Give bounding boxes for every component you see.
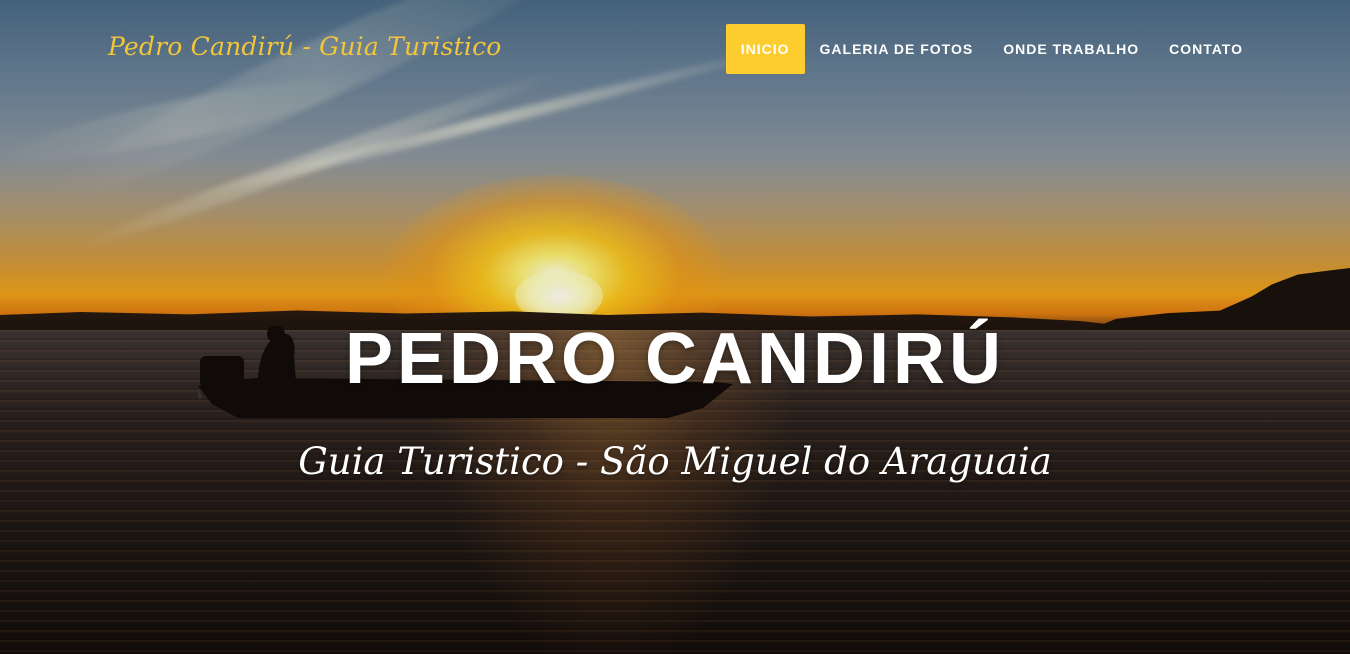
hero-title: PEDRO CANDIRÚ <box>344 319 1006 399</box>
hero-subtitle: Guia Turistico - São Miguel do Araguaia <box>298 440 1052 483</box>
nav-item-inicio[interactable]: INICIO <box>725 24 805 74</box>
nav-item-onde-trabalho[interactable]: ONDE TRABALHO <box>988 24 1154 74</box>
hero-section: Pedro Candirú - Guia Turistico INICIO GA… <box>0 0 1350 654</box>
site-brand-link[interactable]: Pedro Candirú - Guia Turistico <box>108 32 502 61</box>
nav-item-contato[interactable]: CONTATO <box>1154 24 1258 74</box>
nav-item-galeria-de-fotos[interactable]: GALERIA DE FOTOS <box>805 24 989 74</box>
main-navigation: INICIO GALERIA DE FOTOS ONDE TRABALHO CO… <box>725 24 1258 74</box>
